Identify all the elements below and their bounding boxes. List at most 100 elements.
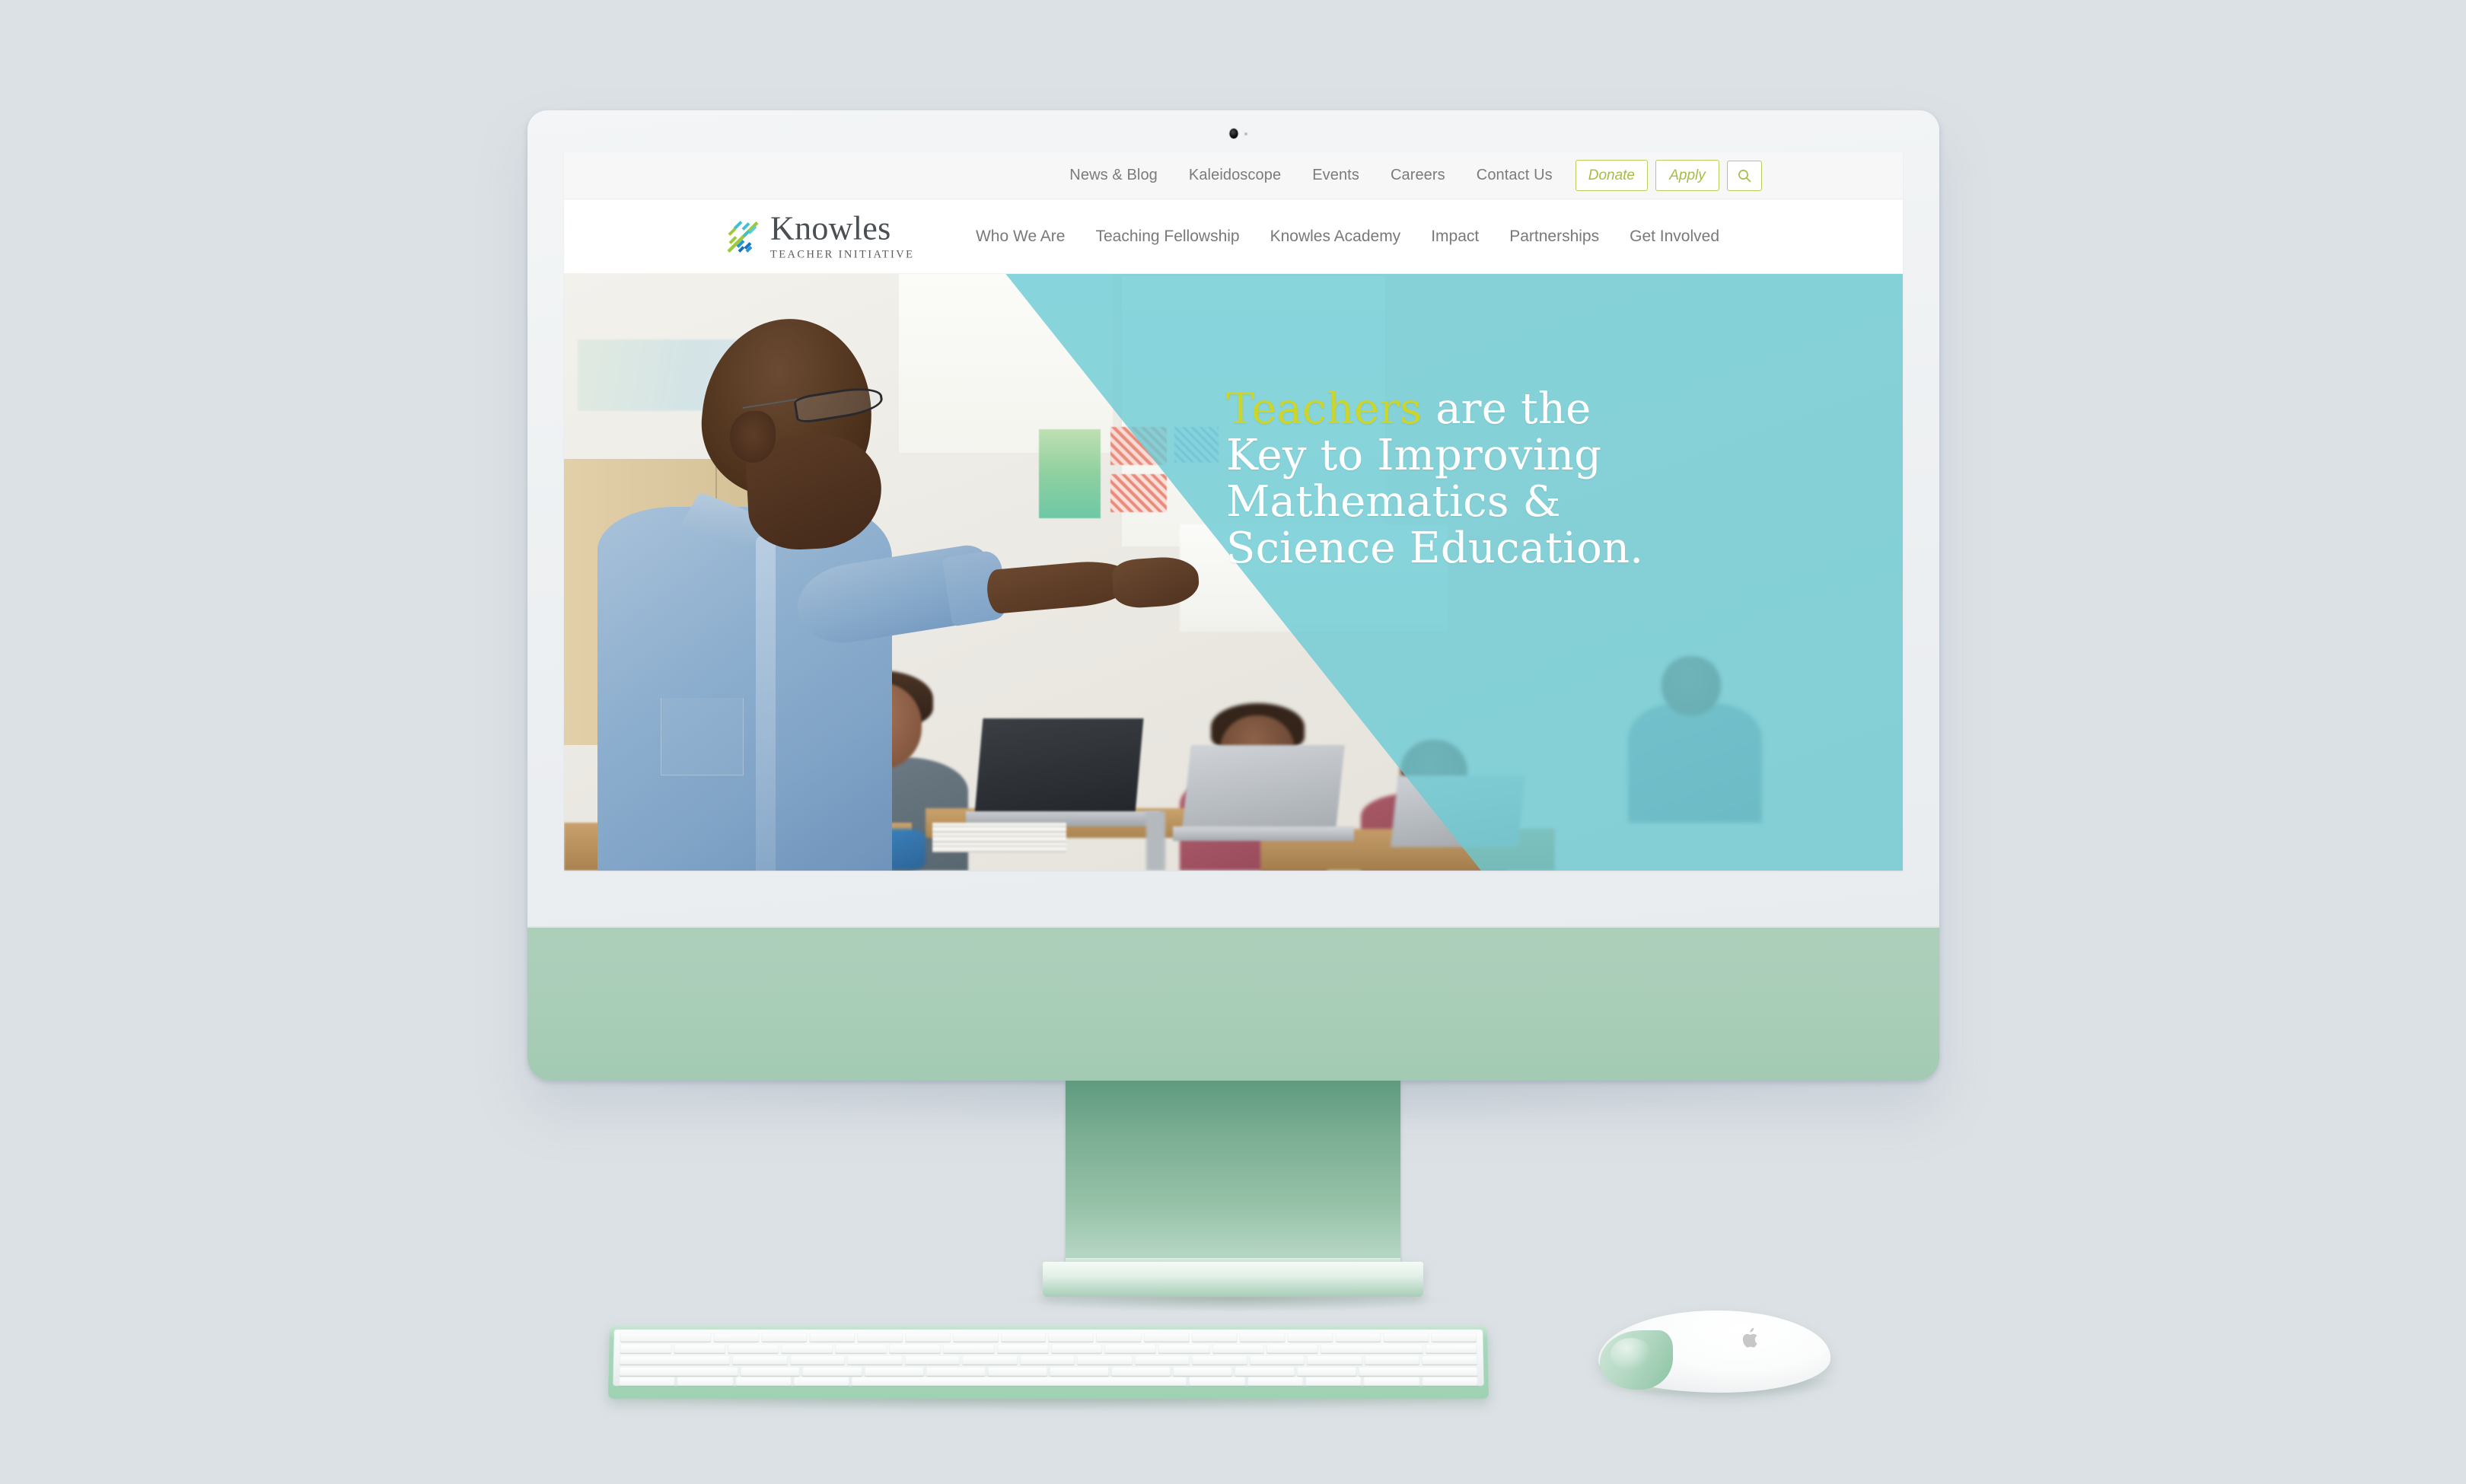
key[interactable] — [713, 1333, 760, 1342]
key[interactable] — [1048, 1333, 1094, 1342]
key[interactable] — [1422, 1355, 1478, 1365]
utility-link-careers[interactable]: Careers — [1391, 167, 1445, 184]
key[interactable] — [942, 1344, 995, 1354]
key[interactable] — [847, 1355, 903, 1365]
utility-link-contact-us[interactable]: Contact Us — [1477, 167, 1553, 184]
key[interactable] — [1266, 1344, 1318, 1354]
key-tab[interactable] — [619, 1355, 731, 1365]
key[interactable] — [727, 1344, 779, 1354]
hero-headline-line-3: Mathematics & — [1226, 477, 1561, 527]
key-option[interactable] — [735, 1377, 792, 1387]
key[interactable] — [962, 1355, 1018, 1365]
donate-button[interactable]: Donate — [1575, 159, 1648, 192]
key[interactable] — [1212, 1344, 1264, 1354]
nav-link-teaching-fellowship[interactable]: Teaching Fellowship — [1095, 228, 1239, 246]
keyboard-deck — [613, 1330, 1484, 1387]
key[interactable] — [620, 1344, 672, 1354]
key[interactable] — [1173, 1366, 1233, 1377]
key[interactable] — [1191, 1333, 1238, 1342]
utility-nav-bar: News & Blog Kaleidoscope Events Careers … — [564, 152, 1903, 199]
key[interactable] — [1111, 1366, 1171, 1377]
key-command-left[interactable] — [793, 1377, 850, 1387]
key[interactable] — [732, 1355, 788, 1365]
nav-link-impact[interactable]: Impact — [1431, 228, 1479, 246]
key[interactable] — [1383, 1333, 1429, 1342]
key[interactable] — [904, 1355, 961, 1365]
key[interactable] — [889, 1344, 941, 1354]
key[interactable] — [789, 1355, 846, 1365]
key[interactable] — [620, 1333, 712, 1342]
key-fn[interactable] — [619, 1377, 675, 1387]
key[interactable] — [802, 1366, 862, 1377]
key[interactable] — [856, 1333, 903, 1342]
utility-link-events[interactable]: Events — [1312, 167, 1359, 184]
key-option-right[interactable] — [1247, 1377, 1304, 1387]
key[interactable] — [1144, 1333, 1190, 1342]
key[interactable] — [996, 1344, 1049, 1354]
keyboard-row-function — [620, 1333, 1477, 1342]
keyboard[interactable] — [607, 1326, 1489, 1400]
key[interactable] — [1287, 1333, 1333, 1342]
key[interactable] — [1249, 1355, 1305, 1365]
key[interactable] — [1077, 1355, 1133, 1365]
key[interactable] — [904, 1333, 951, 1342]
key[interactable] — [1096, 1333, 1142, 1342]
key[interactable] — [1000, 1333, 1047, 1342]
key-arrow-left[interactable] — [1305, 1377, 1362, 1387]
key-space[interactable] — [852, 1377, 1187, 1387]
utility-link-kaleidoscope[interactable]: Kaleidoscope — [1189, 167, 1281, 184]
nav-link-get-involved[interactable]: Get Involved — [1630, 228, 1719, 246]
key-return[interactable] — [1358, 1366, 1478, 1377]
search-button[interactable] — [1727, 160, 1762, 191]
nav-link-partnerships[interactable]: Partnerships — [1509, 228, 1599, 246]
key-command-right[interactable] — [1189, 1377, 1245, 1387]
key[interactable] — [1239, 1333, 1286, 1342]
key[interactable] — [864, 1366, 924, 1377]
key[interactable] — [952, 1333, 999, 1342]
main-nav-bar: Knowles TEACHER INITIATIVE Who We Are Te… — [564, 199, 1903, 274]
key[interactable] — [1104, 1344, 1157, 1354]
key-caps-lock[interactable] — [619, 1366, 739, 1377]
key[interactable] — [761, 1333, 808, 1342]
key[interactable] — [926, 1366, 986, 1377]
key[interactable] — [1296, 1366, 1356, 1377]
utility-link-news-blog[interactable]: News & Blog — [1069, 167, 1158, 184]
hero-headline-line-4: Science Education. — [1226, 524, 1644, 574]
keyboard-row-top — [619, 1355, 1478, 1365]
key[interactable] — [740, 1366, 801, 1377]
key[interactable] — [1364, 1355, 1420, 1365]
teacher-shirt — [597, 506, 892, 871]
key[interactable] — [987, 1366, 1047, 1377]
status-indicator-icon — [1244, 132, 1247, 135]
search-icon — [1738, 169, 1751, 182]
hero-headline-line-2: Key to Improving — [1226, 431, 1602, 481]
key-backspace[interactable] — [1320, 1344, 1423, 1354]
key-arrow-updown[interactable] — [1363, 1377, 1420, 1387]
key[interactable] — [1019, 1355, 1075, 1365]
key[interactable] — [1049, 1366, 1110, 1377]
key[interactable] — [1431, 1333, 1477, 1342]
key[interactable] — [1335, 1333, 1381, 1342]
key-control[interactable] — [677, 1377, 734, 1387]
logo-tagline: TEACHER INITIATIVE — [770, 248, 915, 260]
nav-link-knowles-academy[interactable]: Knowles Academy — [1270, 228, 1401, 246]
key[interactable] — [781, 1344, 833, 1354]
main-nav-links: Who We Are Teaching Fellowship Knowles A… — [565, 228, 1902, 246]
mouse[interactable] — [1598, 1310, 1830, 1393]
hero-headline: Teachers are the Key to Improving Mathem… — [1226, 386, 1805, 572]
keyboard-row-space — [619, 1377, 1478, 1387]
nav-link-who-we-are[interactable]: Who We Are — [976, 228, 1066, 246]
key[interactable] — [1192, 1355, 1247, 1365]
key[interactable] — [1235, 1366, 1295, 1377]
apply-button[interactable]: Apply — [1655, 159, 1719, 192]
key[interactable] — [1050, 1344, 1103, 1354]
key-arrow-right[interactable] — [1421, 1377, 1478, 1387]
key[interactable] — [1158, 1344, 1210, 1354]
key[interactable] — [674, 1344, 726, 1354]
imac-computer: News & Blog Kaleidoscope Events Careers … — [527, 110, 1939, 1081]
key[interactable] — [1307, 1355, 1362, 1365]
key[interactable] — [1425, 1344, 1477, 1354]
key[interactable] — [809, 1333, 855, 1342]
key[interactable] — [1134, 1355, 1190, 1365]
key[interactable] — [835, 1344, 887, 1354]
